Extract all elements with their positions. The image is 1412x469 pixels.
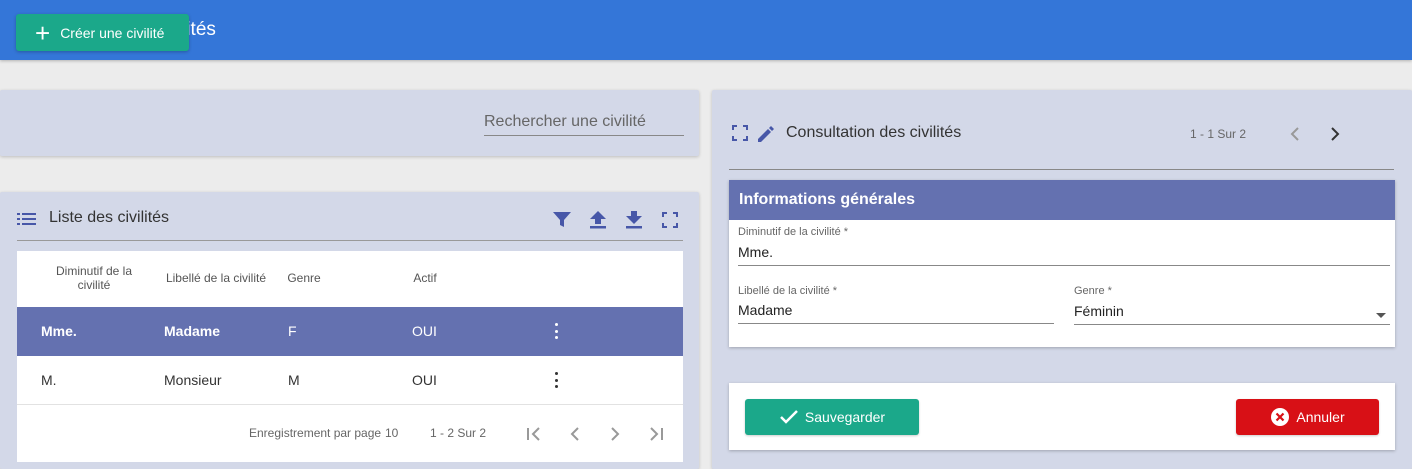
row-menu-icon[interactable] — [552, 370, 560, 390]
diminutif-underline — [738, 265, 1390, 266]
create-civility-label: Créer une civilité — [60, 24, 165, 41]
cell-libelle: Madame — [164, 323, 221, 339]
section-title: Informations générales — [729, 180, 1395, 220]
list-icon — [17, 212, 37, 226]
diminutif-label: Diminutif de la civilité * — [738, 226, 849, 238]
cell-diminutif: M. — [41, 372, 57, 388]
genre-label: Genre * — [1074, 285, 1112, 297]
check-icon — [779, 409, 799, 425]
consultation-title: Consultation des civilités — [786, 124, 962, 141]
cell-actif: OUI — [412, 323, 437, 339]
divider — [729, 169, 1394, 170]
cell-diminutif: Mme. — [41, 323, 77, 339]
consultation-pager: 1 - 1 Sur 2 — [1190, 127, 1247, 141]
list-tools — [552, 210, 680, 230]
chevron-down-icon[interactable] — [1375, 307, 1387, 325]
genre-select[interactable]: Féminin — [1074, 303, 1124, 319]
list-title: Liste des civilités — [49, 209, 170, 226]
column-header-libelle[interactable]: Libellé de la civilité — [162, 271, 270, 285]
filter-icon[interactable] — [552, 210, 572, 230]
app-header: Gestion des civilités — [0, 0, 1412, 60]
cell-libelle: Monsieur — [164, 372, 222, 388]
cell-actif: OUI — [412, 372, 437, 388]
column-header-diminutif[interactable]: Diminutif de la civilité — [48, 264, 140, 292]
first-page-icon[interactable] — [524, 423, 546, 445]
save-label: Sauvegarder — [804, 409, 886, 425]
column-header-genre[interactable]: Genre — [284, 271, 324, 285]
download-icon[interactable] — [624, 210, 644, 230]
next-record-icon[interactable] — [1324, 123, 1346, 145]
diminutif-field[interactable]: Mme. — [738, 244, 773, 260]
prev-record-icon[interactable] — [1284, 123, 1306, 145]
save-button[interactable]: Sauvegarder — [745, 399, 919, 435]
per-page-label: Enregistrement par page — [249, 426, 382, 440]
column-header-actif[interactable]: Actif — [406, 271, 444, 285]
table-row[interactable]: Mme. Madame F OUI — [17, 307, 683, 356]
last-page-icon[interactable] — [644, 423, 666, 445]
fullscreen-icon[interactable] — [660, 210, 680, 230]
cancel-button[interactable]: Annuler — [1236, 399, 1379, 435]
cell-genre: F — [288, 323, 297, 339]
table-row[interactable]: M. Monsieur M OUI — [17, 356, 683, 405]
libelle-label: Libellé de la civilité * — [738, 285, 838, 297]
cell-genre: M — [288, 372, 300, 388]
close-circle-icon — [1270, 407, 1290, 427]
search-input[interactable] — [484, 108, 684, 136]
plus-icon: + — [35, 17, 51, 48]
upload-icon[interactable] — [588, 210, 608, 230]
cancel-label: Annuler — [1296, 409, 1345, 425]
list-pager-range: 1 - 2 Sur 2 — [430, 426, 487, 440]
next-page-icon[interactable] — [604, 423, 626, 445]
genre-underline — [1074, 324, 1390, 325]
prev-page-icon[interactable] — [564, 423, 586, 445]
row-menu-icon[interactable] — [552, 321, 560, 341]
libelle-field[interactable]: Madame — [738, 302, 792, 318]
edit-icon[interactable] — [755, 123, 777, 145]
per-page-select[interactable]: 10 — [385, 426, 398, 440]
fullscreen-icon[interactable] — [731, 124, 751, 144]
libelle-underline — [738, 323, 1054, 324]
create-civility-button[interactable]: + Créer une civilité — [16, 14, 189, 51]
